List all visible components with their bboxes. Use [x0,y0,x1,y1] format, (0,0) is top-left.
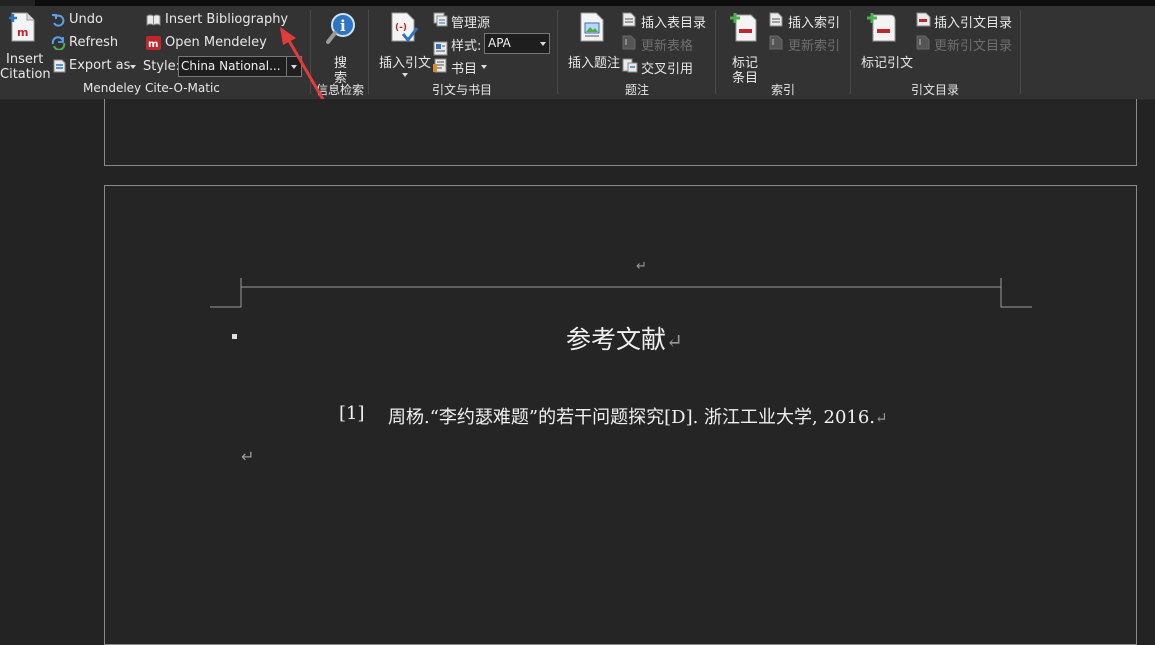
group-separator [715,10,716,94]
citation-style-value: China National... [181,59,281,73]
open-mendeley-button[interactable]: m Open Mendeley [146,34,267,52]
svg-text:i: i [340,17,346,35]
insert-caption-button[interactable]: 插入题注 [566,12,620,76]
ribbon: m Insert Citation Undo Refresh Export as [0,6,1155,100]
paragraph-return-icon: ↵ [636,259,647,274]
bibliography-button[interactable]: 书目 [433,57,493,77]
citation-style-zh-value: APA [488,36,511,50]
index-group-label: 索引 [771,83,796,97]
toa-group-label: 引文目录 [911,83,960,97]
open-mendeley-label: Open Mendeley [165,35,267,50]
manage-sources-label: 管理源 [451,16,491,31]
mendeley-insert-icon: m [9,12,35,42]
paragraph-return-icon: ↵ [241,447,255,466]
insert-bibliography-button[interactable]: Insert Bibliography [146,11,288,29]
references-heading-text: 参考文献 [566,325,667,354]
mark-entry-icon [730,13,757,42]
insert-caption-label: 插入题注 [568,56,621,71]
group-separator [368,10,369,94]
cross-reference-icon [622,58,638,73]
group-separator [557,10,558,94]
undo-label: Undo [69,12,103,27]
update-table-icon [622,35,636,50]
insert-toa-label: 插入引文目录 [934,16,1013,31]
insert-citation-icon: (-) [391,12,419,43]
cross-reference-label: 交叉引用 [641,62,694,77]
mark-citation-icon [867,13,896,42]
insert-citation-button[interactable]: m Insert Citation [0,12,51,82]
update-index-label: 更新索引 [788,39,841,54]
paragraph-return-icon: ↵ [875,409,888,427]
update-toa-label: 更新引文目录 [934,39,1013,54]
undo-icon [52,14,65,27]
manage-sources-icon [433,12,448,27]
cross-reference-button[interactable]: 交叉引用 [622,57,694,77]
svg-text:m: m [148,39,158,50]
export-icon [53,59,66,73]
insert-citation-zh-label: 插入引文 [379,56,432,71]
group-separator [1020,10,1021,94]
svg-text:m: m [17,26,28,39]
list-bullet [232,334,237,339]
reference-entry[interactable]: 周杨.“李约瑟难题”的若干问题探究[D]. 浙江工业大学, 2016.↵ [388,403,888,429]
update-table-label: 更新表格 [641,39,694,54]
export-dropdown-chevron-icon [130,65,136,69]
mendeley-logo-icon: m [146,36,161,50]
refresh-button[interactable]: Refresh [50,34,120,52]
chevron-down-icon [402,73,408,77]
update-table-button: 更新表格 [622,34,694,54]
update-toa-button: 更新引文目录 [916,34,1014,54]
insert-citation-zh-button[interactable]: (-) 插入引文 [376,12,432,77]
chevron-down-icon [481,65,487,69]
paragraph-return-icon: ↵ [666,329,683,353]
insert-index-label: 插入索引 [788,16,841,31]
mendeley-group-label: Mendeley Cite-O-Matic [83,81,220,95]
svg-text:(-): (-) [395,23,407,33]
table-of-figures-icon [622,12,636,27]
refresh-label: Refresh [69,35,119,50]
mark-entry-label-2: 条目 [732,71,759,86]
header-margin-marks [210,278,1032,308]
mark-citation-button[interactable]: 标记引文 [858,12,914,76]
captions-group-label: 题注 [625,83,650,97]
insert-citation-label-2: Citation [0,67,51,82]
bibliography-book-icon [433,58,447,73]
reference-number: [1] [339,403,365,424]
bibliography-label: 书目 [451,62,478,77]
update-toa-icon [916,35,930,50]
insert-toa-icon [916,12,931,27]
export-as-label: Export as [69,58,131,73]
chevron-down-icon [540,42,546,46]
mark-citation-label: 标记引文 [861,56,914,71]
insert-table-of-figures-label: 插入表目录 [641,16,707,31]
update-index-button: 更新索引 [769,34,841,54]
style-icon [433,41,448,56]
insert-caption-icon [580,12,604,42]
insert-index-icon [769,12,783,27]
reference-text: 周杨.“李约瑟难题”的若干问题探究[D]. 浙江工业大学, 2016. [388,407,876,428]
style-label: Style: [143,59,181,74]
document-page-previous [104,99,1137,166]
insert-index-button[interactable]: 插入索引 [769,11,841,31]
references-heading[interactable]: 参考文献↵ [566,320,683,356]
export-as-button[interactable]: Export as [50,57,138,75]
undo-button[interactable]: Undo [50,11,110,29]
insert-toa-button[interactable]: 插入引文目录 [916,11,1014,31]
group-separator [850,10,851,94]
insert-table-of-figures-button[interactable]: 插入表目录 [622,11,707,31]
citation-style-zh-select[interactable]: APA [484,33,550,54]
citations-group-label: 引文与书目 [432,83,493,97]
manage-sources-button[interactable]: 管理源 [433,11,493,31]
refresh-icon [51,36,66,50]
mark-entry-button[interactable]: 标记 条目 [724,12,766,86]
bibliography-icon [146,14,161,26]
insert-citation-label-1: Insert [6,52,44,67]
style-zh-label: 样式: [451,39,482,54]
update-index-icon [769,35,783,50]
